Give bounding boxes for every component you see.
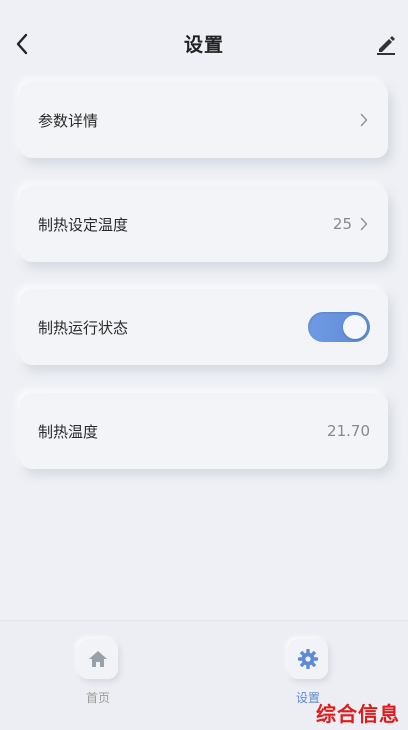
pencil-icon [377, 36, 395, 55]
heating-status-toggle[interactable] [308, 312, 370, 342]
watermark: 综合信息 [316, 702, 400, 726]
gear-icon [298, 649, 318, 669]
settings-item-parameter-details[interactable]: 参数详情 [20, 82, 388, 158]
nav-item-settings[interactable]: 设置 [268, 639, 348, 706]
settings-item-label: 制热设定温度 [38, 215, 129, 234]
settings-item-heating-run-status: 制热运行状态 [20, 289, 388, 365]
screen: 设置 参数详情 制热设定温度 25 制热运行状态 制热温度 21.70 首页 设… [0, 0, 408, 730]
settings-item-label: 制热运行状态 [38, 318, 129, 337]
settings-item-label: 制热温度 [38, 422, 99, 441]
home-icon [89, 651, 107, 667]
nav-settings-box [288, 639, 328, 679]
header: 设置 [0, 0, 408, 88]
edit-button[interactable] [374, 30, 398, 58]
chevron-right-icon [358, 113, 370, 127]
chevron-right-icon [358, 217, 370, 231]
settings-item-value: 25 [332, 215, 352, 233]
settings-item-label: 参数详情 [38, 111, 99, 130]
settings-item-heating-temperature: 制热温度 21.70 [20, 393, 388, 469]
nav-label-home: 首页 [85, 691, 110, 705]
settings-item-heating-set-temperature[interactable]: 制热设定温度 25 [20, 186, 388, 262]
toggle-knob [343, 315, 367, 339]
nav-item-home[interactable]: 首页 [58, 639, 138, 706]
page-title: 设置 [183, 34, 224, 56]
nav-home-box [78, 639, 118, 679]
settings-item-value: 21.70 [327, 422, 370, 440]
